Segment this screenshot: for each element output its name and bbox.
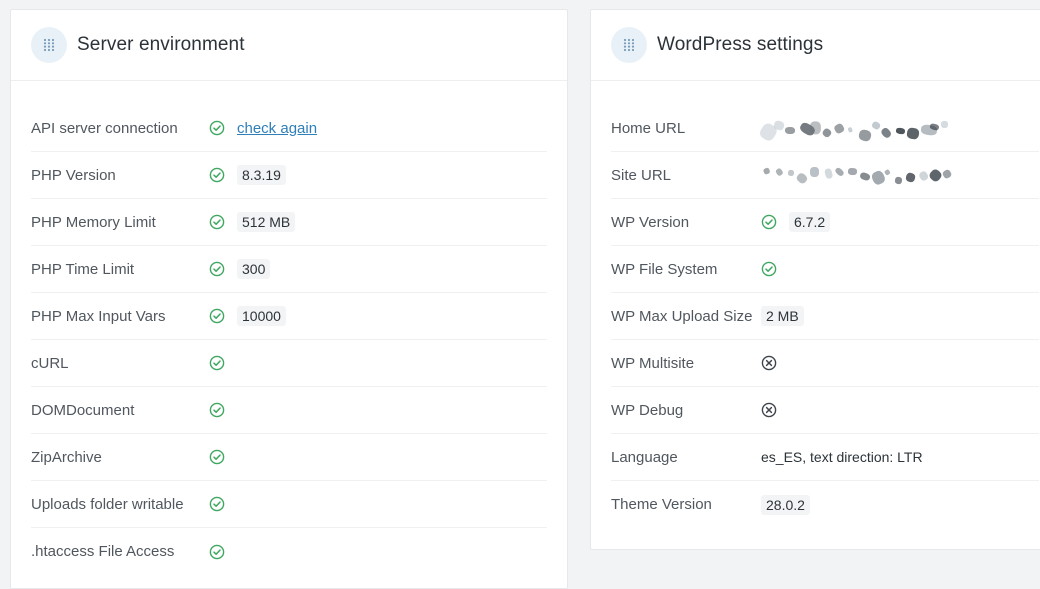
check-circle-icon (761, 214, 777, 230)
check-circle-icon (209, 120, 225, 136)
wordpress-settings-header: WordPress settings (591, 10, 1040, 81)
check-circle-icon (209, 214, 225, 230)
table-row: API server connection check again (31, 105, 547, 152)
row-value: 512 MB (237, 212, 296, 232)
server-environment-panel: Server environment API server connection… (10, 9, 568, 589)
redacted-url (761, 164, 961, 187)
row-label: WP Multisite (611, 354, 695, 372)
row-label: Site URL (611, 166, 672, 184)
drag-handle-icon[interactable] (611, 27, 647, 63)
row-label: PHP Memory Limit (31, 213, 156, 231)
row-label: PHP Version (31, 166, 116, 184)
server-rows: API server connection check again PHP Vers… (11, 81, 567, 575)
row-label: WP Debug (611, 401, 684, 419)
table-row: cURL (31, 340, 547, 387)
row-value: 8.3.19 (237, 165, 286, 185)
row-label: API server connection (31, 119, 178, 137)
x-circle-icon (761, 402, 777, 418)
table-row: WP File System (611, 246, 1039, 293)
check-circle-icon (209, 544, 225, 560)
table-row: ZipArchive (31, 434, 547, 481)
drag-handle-icon[interactable] (31, 27, 67, 63)
table-row: .htaccess File Access (31, 528, 547, 575)
row-label: PHP Max Input Vars (31, 307, 166, 325)
check-circle-icon (209, 167, 225, 183)
table-row: Uploads folder writable (31, 481, 547, 528)
table-row: WP Debug (611, 387, 1039, 434)
panel-title: Server environment (77, 34, 245, 55)
table-row: Site URL (611, 152, 1039, 199)
table-row: WP Version 6.7.2 (611, 199, 1039, 246)
table-row: Home URL (611, 105, 1039, 152)
table-row: PHP Time Limit 300 (31, 246, 547, 293)
wp-rows: Home URL Site URL WP Version 6.7.2 WP File S… (591, 81, 1040, 528)
check-circle-icon (209, 402, 225, 418)
row-label: .htaccess File Access (31, 543, 175, 560)
row-value: 28.0.2 (761, 494, 810, 515)
row-label: cURL (31, 354, 69, 372)
check-circle-icon (209, 355, 225, 371)
row-value: 10000 (237, 306, 286, 326)
row-label: DOMDocument (31, 401, 135, 419)
table-row: DOMDocument (31, 387, 547, 434)
row-label: WP Max Upload Size (611, 307, 753, 325)
panel-title: WordPress settings (657, 34, 824, 55)
wordpress-settings-panel: WordPress settings Home URL Site URL WP Ve… (590, 9, 1040, 550)
row-label: WP Version (611, 213, 690, 231)
row-label: WP File System (611, 260, 718, 278)
check-circle-icon (209, 496, 225, 512)
table-row: Theme Version 28.0.2 (611, 481, 1039, 528)
table-row: Language es_ES, text direction: LTR (611, 434, 1039, 481)
server-environment-header: Server environment (11, 10, 567, 81)
check-again-link[interactable]: check again (237, 120, 317, 137)
check-circle-icon (209, 449, 225, 465)
check-circle-icon (761, 261, 777, 277)
row-label: ZipArchive (31, 448, 102, 466)
row-value: 6.7.2 (789, 212, 831, 232)
table-row: WP Multisite (611, 340, 1039, 387)
row-value: es_ES, text direction: LTR (761, 449, 923, 465)
row-label: Language (611, 448, 678, 466)
row-label: Home URL (611, 119, 686, 137)
table-row: PHP Max Input Vars 10000 (31, 293, 547, 340)
check-circle-icon (209, 261, 225, 277)
row-label: Theme Version (611, 496, 712, 513)
table-row: PHP Version 8.3.19 (31, 152, 547, 199)
table-row: WP Max Upload Size 2 MB (611, 293, 1039, 340)
row-label: Uploads folder writable (31, 495, 184, 513)
row-value: 2 MB (761, 306, 804, 326)
table-row: PHP Memory Limit 512 MB (31, 199, 547, 246)
check-circle-icon (209, 308, 225, 324)
row-value: 300 (237, 259, 271, 279)
redacted-url (758, 117, 961, 143)
row-label: PHP Time Limit (31, 260, 135, 278)
x-circle-icon (761, 355, 777, 371)
